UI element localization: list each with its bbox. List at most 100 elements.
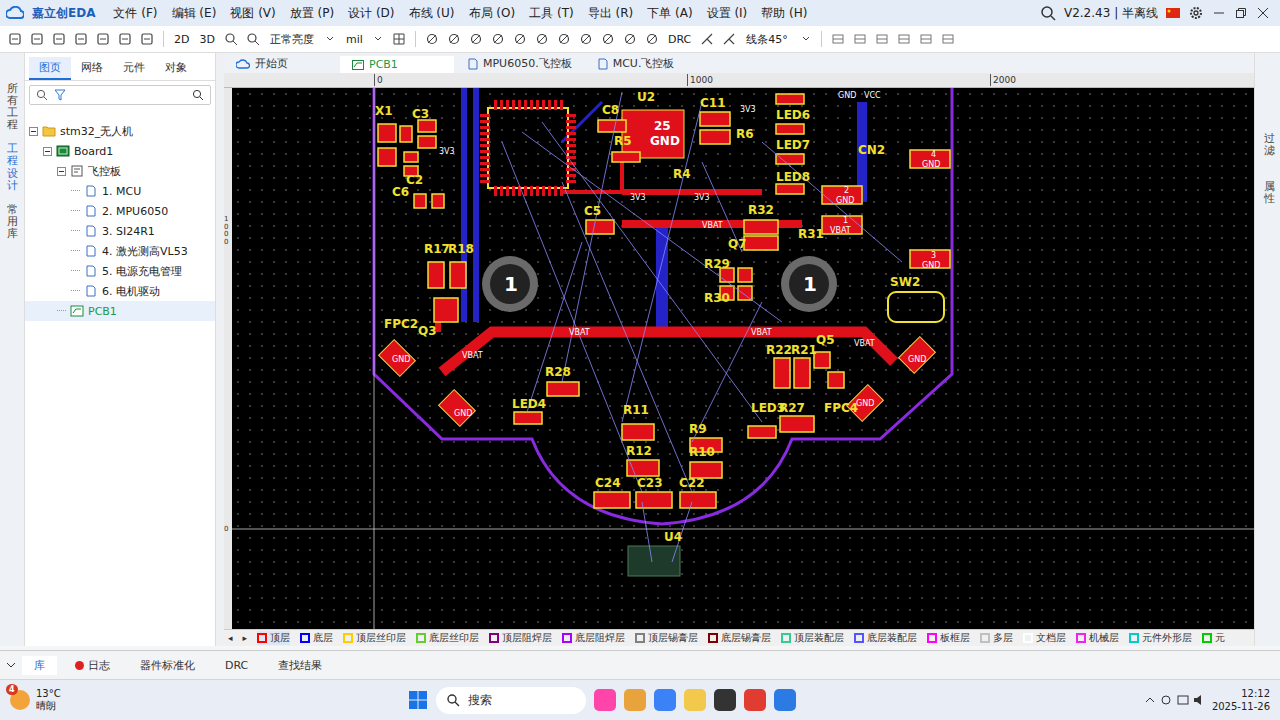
layer-item[interactable]: 顶层装配层 xyxy=(781,631,844,645)
distribute-icon[interactable] xyxy=(851,30,869,48)
layer-item[interactable]: 顶层锡膏层 xyxy=(635,631,698,645)
bottom-tab[interactable]: 日志 xyxy=(63,656,122,675)
folder-icon[interactable] xyxy=(28,30,46,48)
view-3d-button[interactable]: 3D xyxy=(196,33,217,46)
menu-item[interactable]: 下单 (A) xyxy=(647,5,692,22)
pad[interactable] xyxy=(738,268,752,282)
fpc-pad[interactable] xyxy=(379,340,416,377)
minimize-icon[interactable] xyxy=(1212,6,1226,20)
app-icon[interactable] xyxy=(744,689,766,711)
pad[interactable] xyxy=(378,124,396,142)
pad[interactable] xyxy=(776,94,804,104)
bottom-trace[interactable] xyxy=(656,222,668,332)
pad[interactable] xyxy=(700,130,730,144)
pad[interactable] xyxy=(400,126,412,142)
tree-item[interactable]: stm32_无人机 xyxy=(25,121,215,141)
pad[interactable] xyxy=(432,194,444,208)
eda-icon[interactable] xyxy=(774,689,796,711)
chrome-icon[interactable] xyxy=(624,689,646,711)
panel-splitter[interactable] xyxy=(215,53,224,646)
collapse-icon[interactable] xyxy=(6,661,16,669)
pad[interactable] xyxy=(428,262,444,288)
switch-footprint[interactable] xyxy=(888,292,944,322)
unit-select[interactable]: mil xyxy=(342,33,386,46)
document-tab[interactable]: MCU.飞控板 xyxy=(586,54,700,73)
pad[interactable] xyxy=(598,120,626,132)
pad[interactable] xyxy=(828,372,844,388)
pad[interactable] xyxy=(627,460,659,476)
zoom-icon[interactable] xyxy=(222,30,240,48)
layer-item[interactable]: 底层丝印层 xyxy=(416,631,479,645)
undo-icon[interactable] xyxy=(94,30,112,48)
pad[interactable] xyxy=(586,220,614,234)
tree-item[interactable]: 1. MCU xyxy=(25,181,215,201)
tree-item[interactable]: 飞控板 xyxy=(25,161,215,181)
collapse-icon[interactable] xyxy=(29,127,38,136)
filter-icon[interactable] xyxy=(54,89,66,101)
copy-icon[interactable] xyxy=(873,30,891,48)
layer-item[interactable]: 底层装配层 xyxy=(854,631,917,645)
pad[interactable] xyxy=(748,426,776,438)
format-icon[interactable] xyxy=(138,30,156,48)
menu-item[interactable]: 帮助 (H) xyxy=(761,5,807,22)
layer-item[interactable]: 顶层阻焊层 xyxy=(489,631,552,645)
rail-item[interactable]: 所有工程 xyxy=(7,83,18,131)
layer-item[interactable]: 元 xyxy=(1202,631,1225,645)
pad[interactable] xyxy=(434,298,458,322)
rect-icon[interactable] xyxy=(467,30,485,48)
pad[interactable] xyxy=(547,382,579,396)
widget-icon[interactable] xyxy=(594,689,616,711)
layer-icon[interactable] xyxy=(917,30,935,48)
pad[interactable] xyxy=(822,186,862,204)
vbat-trace[interactable] xyxy=(442,332,894,372)
pin-icon[interactable] xyxy=(445,30,463,48)
panel-tab[interactable]: 元件 xyxy=(113,57,155,80)
view-2d-button[interactable]: 2D xyxy=(171,33,192,46)
pad[interactable] xyxy=(776,184,804,194)
pad[interactable] xyxy=(418,136,436,148)
pad[interactable] xyxy=(680,492,716,508)
menu-item[interactable]: 编辑 (E) xyxy=(172,5,217,22)
panel-tab[interactable]: 对象 xyxy=(155,57,197,80)
align-icon[interactable] xyxy=(829,30,847,48)
select-icon[interactable] xyxy=(489,30,507,48)
explorer-icon[interactable] xyxy=(654,689,676,711)
pad[interactable] xyxy=(378,148,396,166)
menu-item[interactable]: 设计 (D) xyxy=(348,5,394,22)
pcb-drawing[interactable]: X1C3C2C63V3C8U2C11R525GNDR6R43V33V33V3LE… xyxy=(232,88,1254,629)
layer-item[interactable]: 底层阻焊层 xyxy=(562,631,625,645)
flag-icon[interactable] xyxy=(1166,8,1180,18)
menu-item[interactable]: 布局 (O) xyxy=(469,5,516,22)
taskbar-search[interactable]: 搜索 xyxy=(436,687,586,714)
layer-item[interactable]: 板框层 xyxy=(927,631,970,645)
pad[interactable] xyxy=(738,286,752,300)
brightness-select[interactable]: 正常亮度 xyxy=(266,32,338,47)
pad[interactable] xyxy=(744,236,778,250)
tree-item[interactable]: 2. MPU6050 xyxy=(25,201,215,221)
search-icon[interactable] xyxy=(192,89,204,101)
restore-icon[interactable] xyxy=(1234,6,1248,20)
windows-icon[interactable] xyxy=(408,690,428,710)
panel-tab[interactable]: 网络 xyxy=(71,57,113,80)
pad[interactable] xyxy=(776,124,804,134)
menu-item[interactable]: 视图 (V) xyxy=(230,5,275,22)
menu-item[interactable]: 放置 (P) xyxy=(290,5,334,22)
rail-item[interactable]: 属性 xyxy=(1264,181,1275,205)
diff-icon[interactable] xyxy=(698,30,716,48)
layer-scroll-button[interactable]: ◂ xyxy=(228,633,233,643)
pcb-canvas[interactable]: X1C3C2C63V3C8U2C11R525GNDR6R43V33V33V3LE… xyxy=(232,88,1254,629)
layer-item[interactable]: 底层锡膏层 xyxy=(708,631,771,645)
pad[interactable] xyxy=(776,154,804,164)
layer-item[interactable]: 多层 xyxy=(980,631,1013,645)
pad[interactable] xyxy=(594,492,630,508)
tree-item[interactable]: 6. 电机驱动 xyxy=(25,281,215,301)
no-icon[interactable] xyxy=(555,30,573,48)
tree-item[interactable]: 5. 电源充电管理 xyxy=(25,261,215,281)
pad[interactable] xyxy=(450,262,466,288)
menu-item[interactable]: 布线 (U) xyxy=(409,5,455,22)
circle-icon[interactable] xyxy=(533,30,551,48)
pad[interactable] xyxy=(744,220,778,234)
menu-item[interactable]: 导出 (R) xyxy=(588,5,634,22)
weather-widget[interactable]: 413°C晴朗 xyxy=(10,688,61,712)
via-icon[interactable] xyxy=(423,30,441,48)
